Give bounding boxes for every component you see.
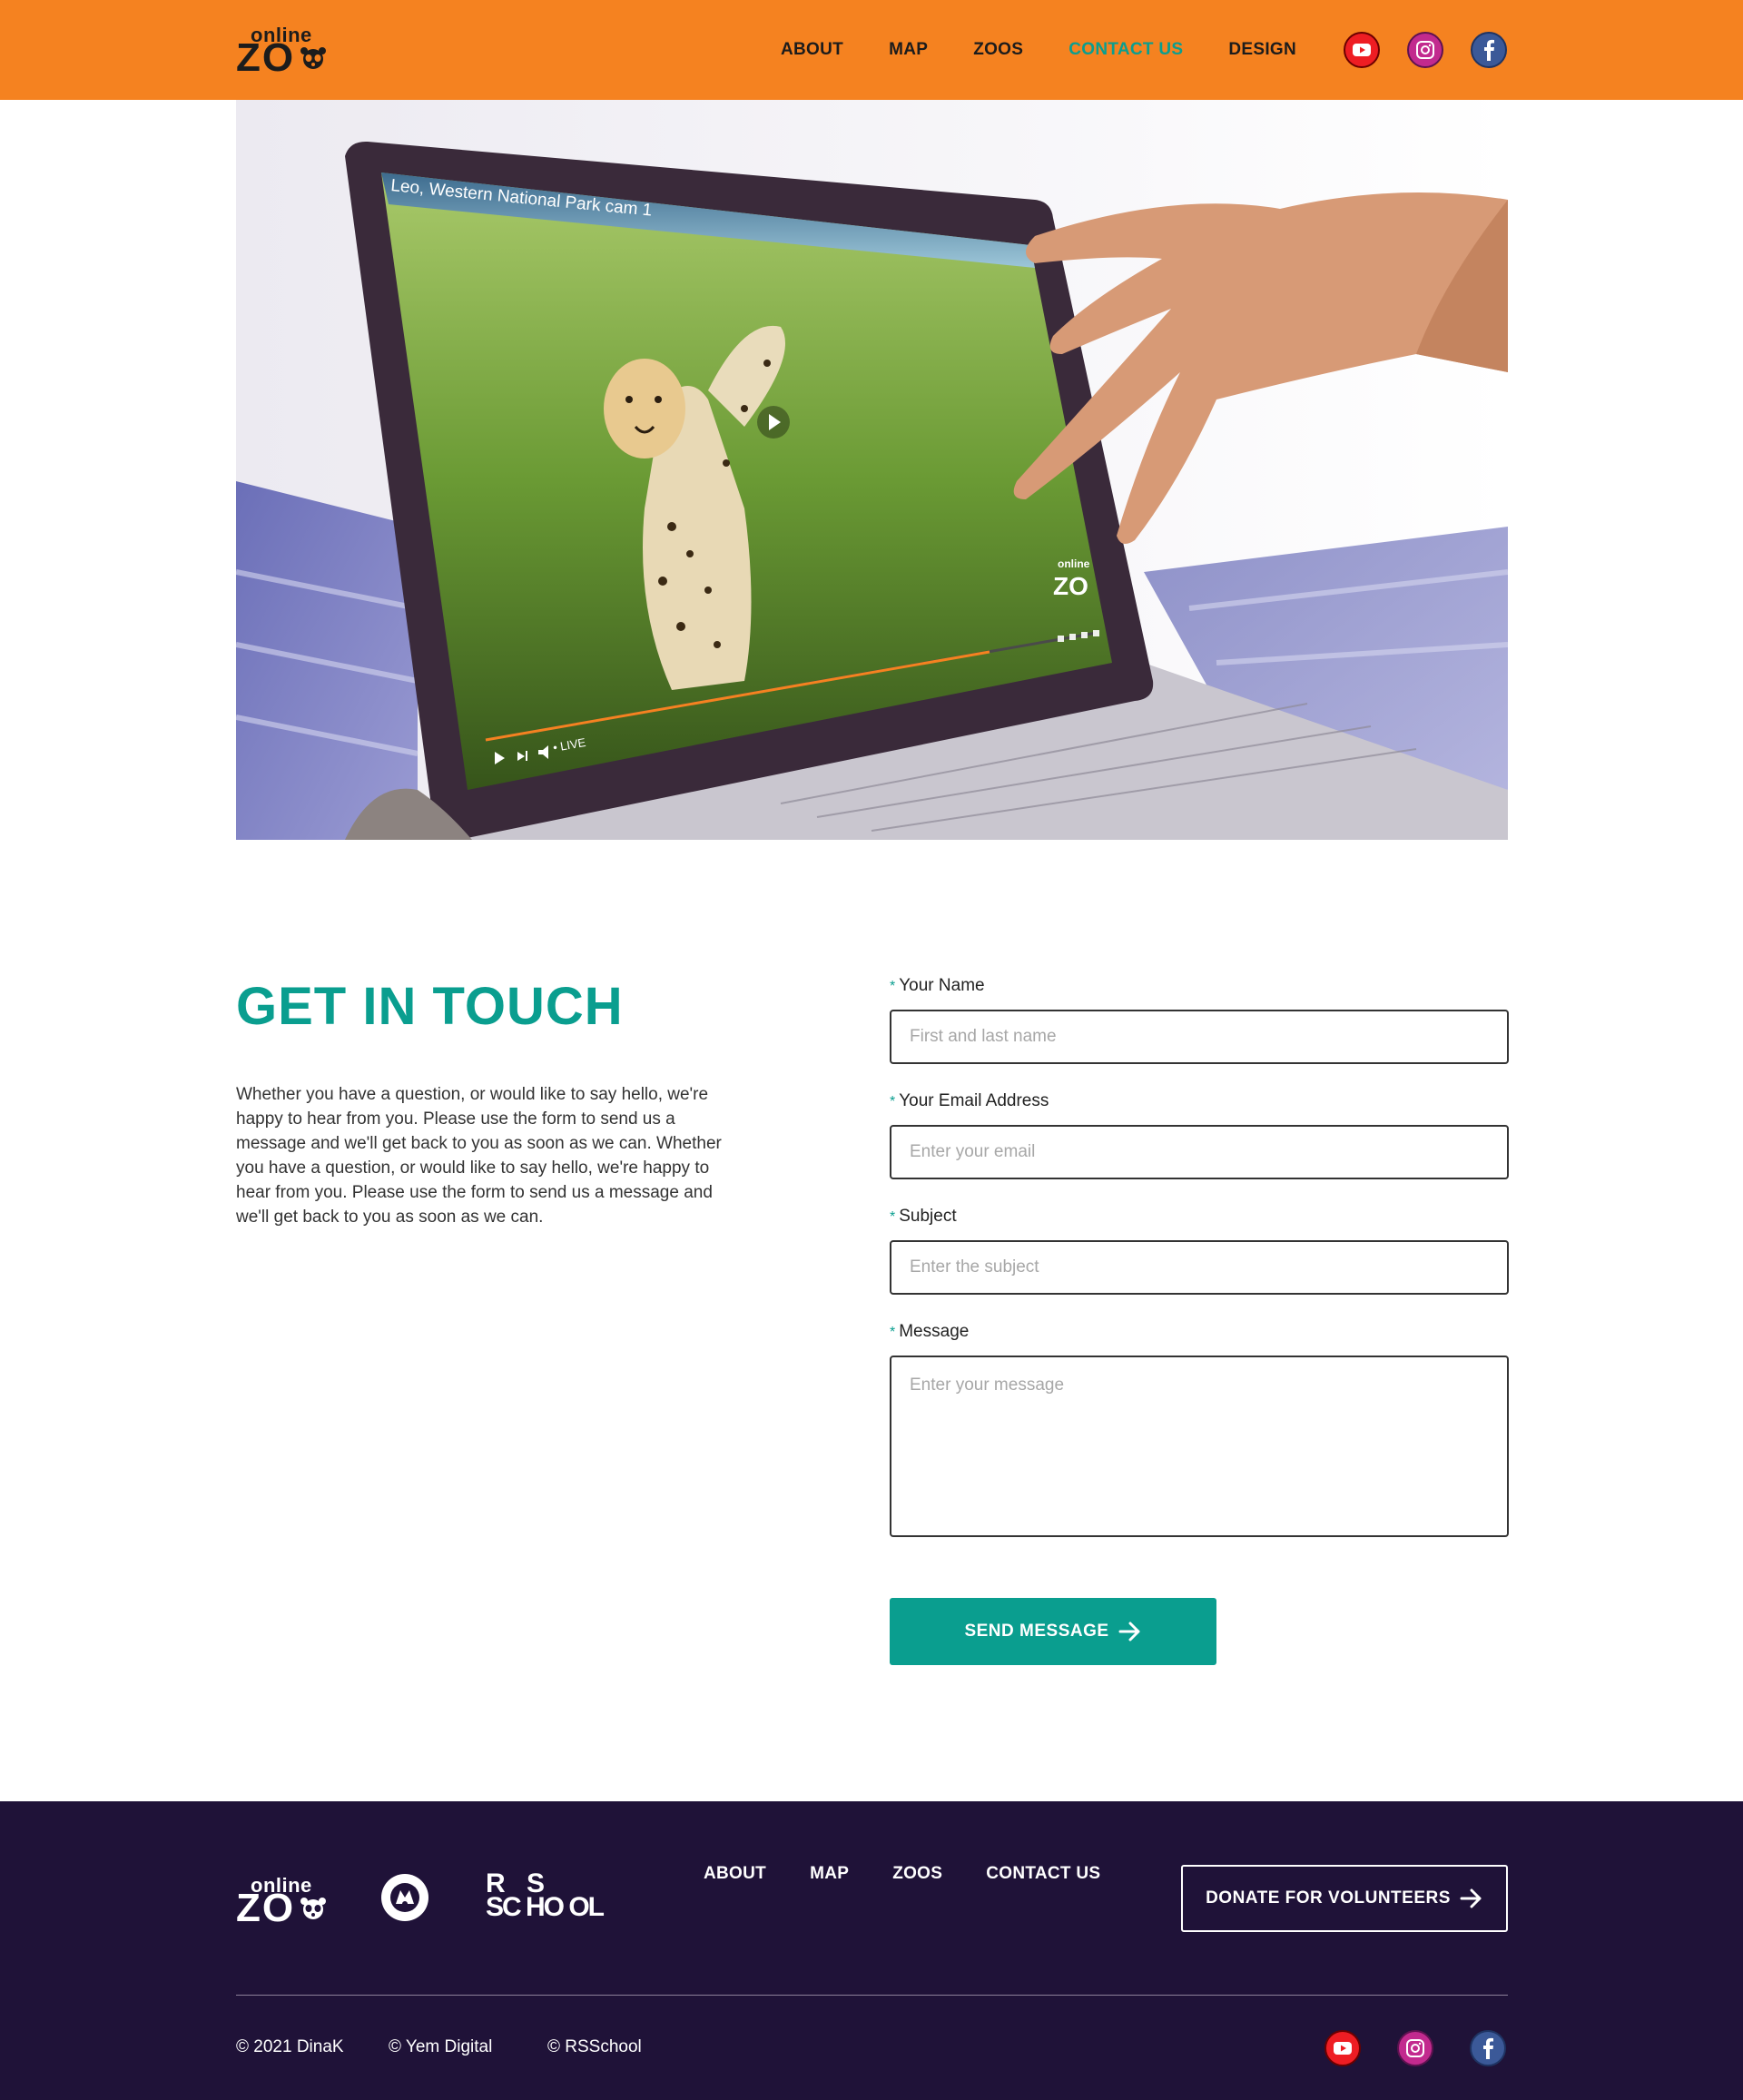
- facebook-icon[interactable]: [1470, 2030, 1506, 2066]
- required-marker: *: [890, 979, 896, 994]
- name-placeholder: First and last name: [910, 1027, 1057, 1046]
- message-placeholder: Enter your message: [910, 1375, 1065, 1395]
- arrow-right-icon: [1118, 1622, 1140, 1642]
- overlay-logo-big: ZO: [1053, 572, 1088, 600]
- copyright-dinak: © 2021 DinaK: [236, 2037, 344, 2056]
- donate-button[interactable]: DONATE FOR VOLUNTEERS: [1181, 1865, 1508, 1932]
- instagram-icon[interactable]: [1397, 2030, 1433, 2066]
- subject-field[interactable]: Enter the subject: [890, 1240, 1509, 1295]
- footer-divider: [236, 1995, 1508, 1996]
- email-placeholder: Enter your email: [910, 1142, 1036, 1161]
- footer-nav: ABOUT MAP ZOOS CONTACT US: [704, 1847, 1144, 1901]
- rsschool-logo[interactable]: R S SC HO OL: [486, 1870, 613, 1927]
- message-field[interactable]: Enter your message: [890, 1356, 1509, 1537]
- site-logo[interactable]: online ZO: [236, 24, 327, 80]
- name-field[interactable]: First and last name: [890, 1010, 1509, 1064]
- page-title: GET IN TOUCH: [236, 977, 624, 1036]
- email-field[interactable]: Enter your email: [890, 1125, 1509, 1179]
- laptop-cheetah-illustration: Leo, Western National Park cam 1 • LIVE …: [236, 100, 1508, 840]
- overlay-logo-small: online: [1058, 557, 1090, 570]
- instagram-icon[interactable]: [1407, 32, 1443, 68]
- contact-description: Whether you have a question, or would li…: [236, 1085, 722, 1227]
- email-label: * Your Email Address: [890, 1091, 1049, 1110]
- footer-nav-map[interactable]: MAP: [810, 1864, 849, 1884]
- footer-nav-zoos[interactable]: ZOOS: [892, 1864, 942, 1884]
- yem-logo-icon: [390, 1883, 419, 1912]
- arrow-right-icon: [1460, 1888, 1482, 1908]
- donate-label: DONATE FOR VOLUNTEERS: [1206, 1888, 1451, 1908]
- subject-placeholder: Enter the subject: [910, 1257, 1039, 1277]
- required-marker: *: [890, 1094, 896, 1109]
- site-footer: online ZO R S SC HO OL ABOUT MAP ZOOS CO…: [0, 1801, 1743, 2100]
- panda-icon: [300, 1898, 326, 1919]
- header-social-links: [1344, 32, 1534, 68]
- main-nav: ABOUT MAP ZOOS CONTACT US DESIGN: [781, 0, 1342, 100]
- footer-logo[interactable]: online ZO: [236, 1874, 327, 1930]
- required-marker: *: [890, 1325, 896, 1340]
- footer-nav-about[interactable]: ABOUT: [704, 1864, 766, 1884]
- message-label: * Message: [890, 1322, 970, 1341]
- name-label: * Your Name: [890, 976, 985, 995]
- send-message-label: SEND MESSAGE: [964, 1622, 1109, 1641]
- facebook-icon[interactable]: [1471, 32, 1507, 68]
- footer-social-links: [1324, 2030, 1542, 2066]
- send-message-button[interactable]: SEND MESSAGE: [890, 1598, 1216, 1665]
- yem-digital-logo[interactable]: [381, 1874, 428, 1921]
- site-header: online ZO ABOUT MAP ZOOS CONTACT US DESI…: [0, 0, 1743, 100]
- nav-design[interactable]: DESIGN: [1228, 40, 1296, 60]
- footer-nav-contact-us[interactable]: CONTACT US: [986, 1864, 1100, 1884]
- footer-logo-big: ZO: [236, 1886, 296, 1930]
- youtube-icon[interactable]: [1344, 32, 1380, 68]
- subject-label: * Subject: [890, 1207, 957, 1226]
- panda-icon: [300, 47, 326, 69]
- youtube-icon[interactable]: [1324, 2030, 1361, 2066]
- logo-big-text: ZO: [236, 35, 296, 80]
- nav-map[interactable]: MAP: [889, 40, 928, 60]
- copyright-rsschool: © RSSchool: [547, 2037, 642, 2056]
- nav-contact-us[interactable]: CONTACT US: [1068, 40, 1183, 60]
- required-marker: *: [890, 1209, 896, 1225]
- hero-image: Leo, Western National Park cam 1 • LIVE …: [236, 100, 1508, 840]
- nav-zoos[interactable]: ZOOS: [973, 40, 1023, 60]
- nav-about[interactable]: ABOUT: [781, 40, 843, 60]
- copyright-yem-digital: © Yem Digital: [389, 2037, 493, 2056]
